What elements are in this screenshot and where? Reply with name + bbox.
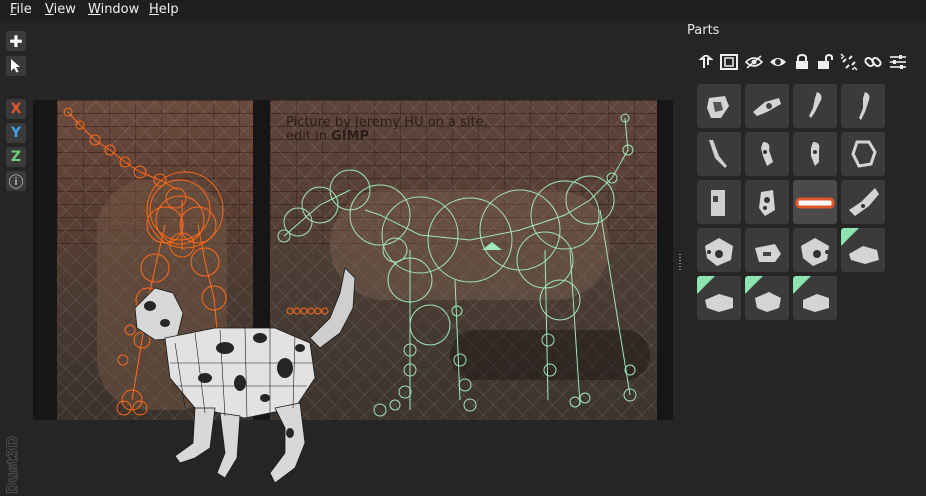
dog-tail [309, 268, 356, 349]
hide-button[interactable] [744, 52, 764, 72]
dog-front-leg [174, 407, 216, 464]
skeleton-node [155, 195, 205, 245]
part-thumbnail[interactable] [697, 228, 741, 272]
arrow-up-icon [699, 55, 713, 68]
panel-splitter[interactable] [679, 254, 681, 270]
part-thumbnail[interactable] [745, 132, 789, 176]
part-thumbnail[interactable] [745, 84, 789, 128]
part-thumbnail[interactable] [841, 180, 885, 224]
part-thumbnail-mirrored[interactable] [841, 228, 885, 272]
part-thumbnail[interactable] [841, 84, 885, 128]
eye-icon [770, 58, 786, 66]
skeleton-node [165, 187, 187, 209]
part-thumbnail[interactable] [697, 180, 741, 224]
sliders-icon [890, 55, 906, 69]
parts-panel-title: Parts [687, 23, 720, 38]
part-thumbnail[interactable] [697, 132, 741, 176]
unlock-icon [818, 54, 833, 69]
lock-button[interactable] [792, 52, 812, 72]
unlink-button[interactable] [839, 52, 859, 72]
part-thumbnail-mirrored[interactable] [697, 276, 741, 320]
part-thumbnail[interactable] [841, 132, 885, 176]
part-thumbnail[interactable] [745, 180, 789, 224]
tail-nodes [63, 107, 167, 187]
part-thumbnail-mirrored[interactable] [745, 276, 789, 320]
frame-icon [720, 54, 738, 70]
green-leg-nodes [373, 113, 637, 417]
show-button[interactable] [768, 52, 788, 72]
part-thumbnail[interactable] [793, 84, 837, 128]
part-thumbnail[interactable] [793, 228, 837, 272]
skeleton-node [409, 304, 451, 346]
move-up-button[interactable] [696, 52, 716, 72]
origin-marker [482, 242, 502, 250]
skeleton-node [451, 305, 463, 317]
unlock-button[interactable] [815, 52, 835, 72]
link-icon [864, 56, 882, 68]
dog-back-leg-2 [216, 412, 241, 479]
dog-back-leg [269, 402, 306, 484]
part-thumbnail[interactable] [745, 228, 789, 272]
dog-head [134, 287, 184, 341]
link-button[interactable] [863, 52, 883, 72]
part-thumbnail-mirrored[interactable] [793, 276, 837, 320]
skeleton-node [382, 237, 408, 263]
part-thumbnail[interactable] [793, 132, 837, 176]
watermark-text: Dust3D [5, 436, 21, 494]
settings-button[interactable] [888, 52, 908, 72]
eye-off-icon [745, 55, 763, 69]
unlink-icon [840, 53, 858, 71]
frame-button[interactable] [719, 52, 739, 72]
dog-3d-model[interactable] [125, 268, 365, 496]
lock-icon [796, 54, 808, 69]
part-thumbnail[interactable] [697, 84, 741, 128]
part-thumbnail-selected[interactable] [793, 180, 837, 224]
dust3d-watermark: Dust3D [5, 436, 22, 495]
